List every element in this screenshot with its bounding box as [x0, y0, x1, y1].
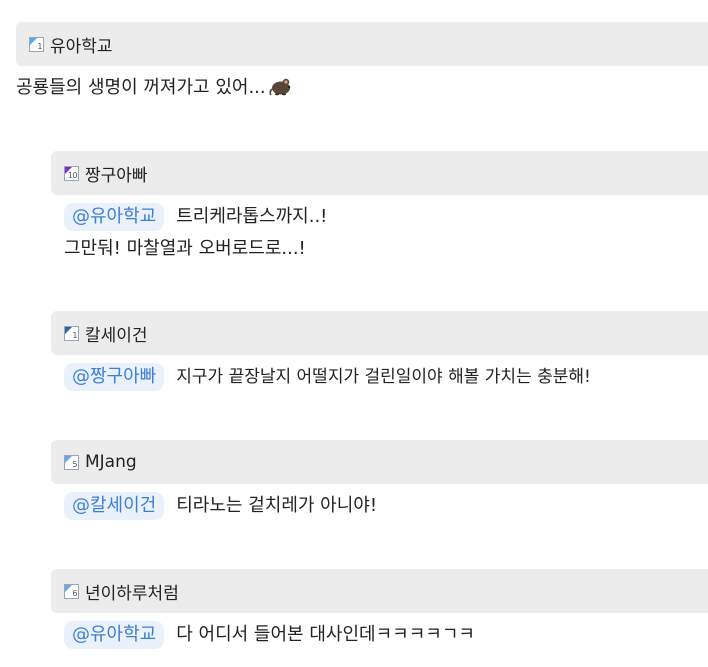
comment: 1 유아학교 공룡들의 생명이 꺼져가고 있어... [16, 22, 708, 107]
comment-header: 6 년이하루처럼 [51, 569, 708, 613]
reply-comment: 1 칼세이건 @짱구아빠 지구가 끝장날지 어떨지가 걸린일이야 해볼 가치는 충… [51, 311, 708, 393]
comment-text: 지구가 끝장날지 어떨지가 걸린일이야 해볼 가치는 충분해! [176, 367, 591, 387]
reply-comment: 5 MJang @칼세이건 티라노는 겉치레가 아니야! [51, 440, 708, 522]
comment-text: 트리케라톱스까지..! [176, 206, 328, 227]
comment-author[interactable]: 짱구아빠 [85, 161, 148, 186]
comment-text: 다 어디서 들어본 대사인데ㅋㅋㅋㅋㄱㅋ [176, 624, 475, 645]
comment-header: 10 짱구아빠 [51, 151, 708, 195]
comment-text: 공룡들의 생명이 꺼져가고 있어... [16, 77, 266, 98]
level-number: 6 [72, 588, 77, 598]
level-badge-icon: 10 [64, 165, 79, 181]
comment-body: @짱구아빠 지구가 끝장날지 어떨지가 걸린일이야 해볼 가치는 충분해! [51, 361, 708, 393]
level-badge-icon: 1 [29, 36, 44, 52]
comment-body: @칼세이건 티라노는 겉치레가 아니야! [51, 490, 708, 522]
comment-body: @유아학교 다 어디서 들어본 대사인데ㅋㅋㅋㅋㄱㅋ [51, 619, 708, 651]
mention-link[interactable]: @유아학교 [64, 621, 165, 649]
comment-body: 공룡들의 생명이 꺼져가고 있어... [0, 72, 692, 107]
comment-header: 1 칼세이건 [51, 311, 708, 355]
comment-text: 그만둬! 마찰열과 오버로드로...! [64, 238, 306, 259]
level-number: 5 [72, 459, 77, 469]
comment-author[interactable]: 유아학교 [50, 32, 113, 57]
level-badge-icon: 6 [64, 583, 79, 599]
level-badge-icon: 1 [64, 325, 79, 341]
comment-author[interactable]: MJang [85, 452, 137, 472]
comment-author[interactable]: 칼세이건 [85, 321, 148, 346]
reply-comment: 6 년이하루처럼 @유아학교 다 어디서 들어본 대사인데ㅋㅋㅋㅋㄱㅋ [51, 569, 708, 651]
comment-body: @유아학교 트리케라톱스까지..! 그만둬! 마찰열과 오버로드로...! [51, 201, 708, 265]
mouse-emoji-icon [269, 75, 293, 107]
level-number: 10 [67, 170, 78, 180]
comment-header: 1 유아학교 [16, 22, 708, 66]
mention-link[interactable]: @유아학교 [64, 203, 165, 231]
reply-comment: 10 짱구아빠 @유아학교 트리케라톱스까지..! 그만둬! 마찰열과 오버로드로… [51, 151, 708, 265]
comment-header: 5 MJang [51, 440, 708, 484]
comment-text: 티라노는 겉치레가 아니야! [176, 495, 378, 516]
mention-link[interactable]: @칼세이건 [64, 492, 165, 520]
comment-thread: 1 유아학교 공룡들의 생명이 꺼져가고 있어... 10 짱구아빠 @유아학교… [0, 0, 708, 667]
level-badge-icon: 5 [64, 454, 79, 470]
mention-link[interactable]: @짱구아빠 [64, 363, 165, 391]
comment-author[interactable]: 년이하루처럼 [85, 579, 179, 604]
level-number: 1 [72, 330, 77, 340]
level-number: 1 [37, 41, 42, 51]
